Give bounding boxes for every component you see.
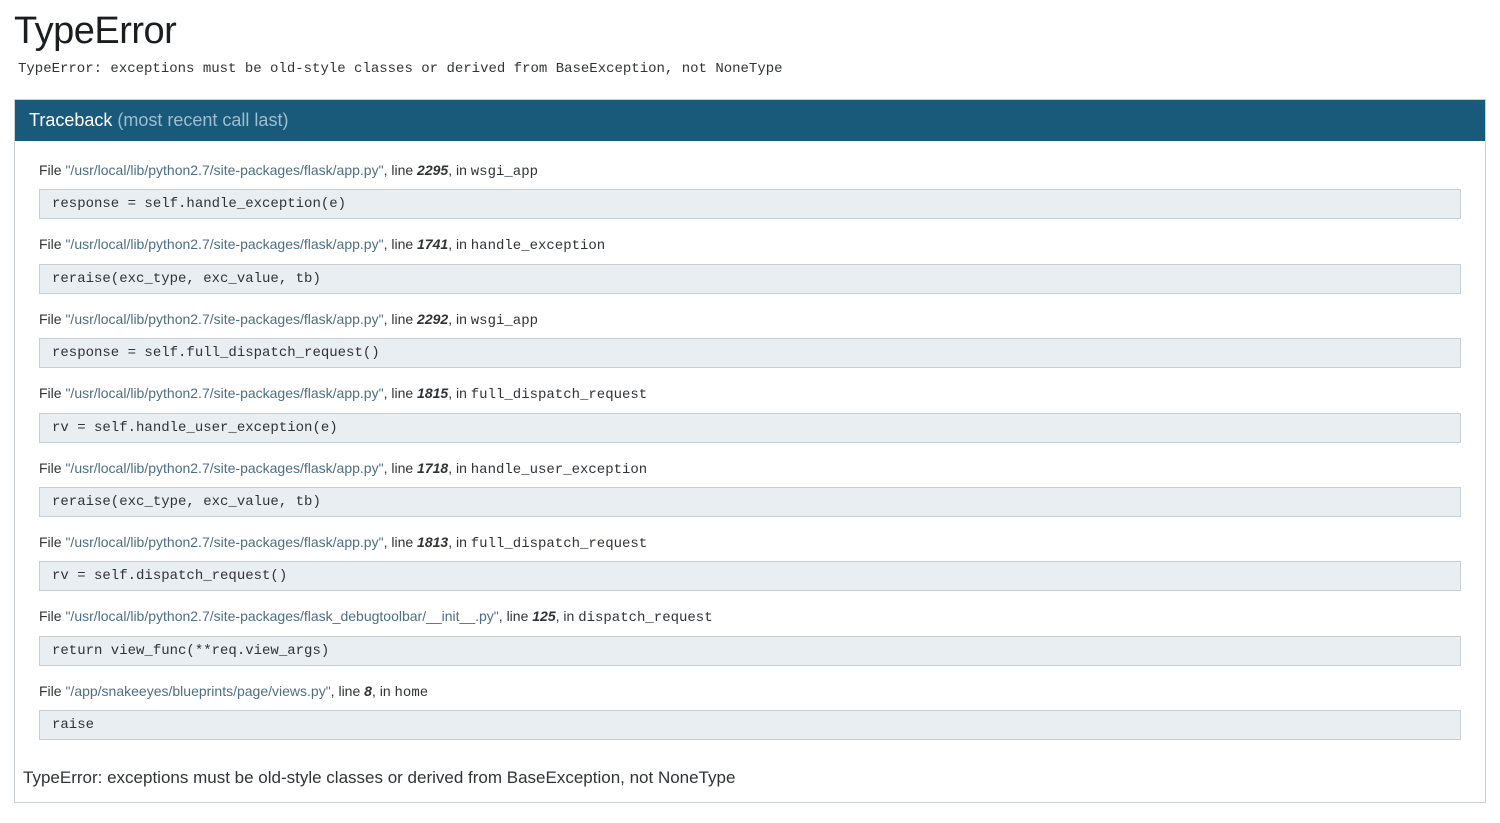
frame-code[interactable]: rv = self.handle_user_exception(e) bbox=[39, 413, 1461, 443]
traceback-muted: (most recent call last) bbox=[117, 110, 288, 130]
file-word: File bbox=[39, 534, 62, 550]
error-message: TypeError: exceptions must be old-style … bbox=[14, 61, 1486, 77]
in-word: in bbox=[456, 460, 467, 476]
frame-code[interactable]: raise bbox=[39, 710, 1461, 740]
line-word: line bbox=[338, 683, 360, 699]
in-word: in bbox=[456, 385, 467, 401]
line-word: line bbox=[391, 162, 413, 178]
file-path: "/usr/local/lib/python2.7/site-packages/… bbox=[65, 236, 383, 252]
frame-header[interactable]: File "/usr/local/lib/python2.7/site-pack… bbox=[39, 531, 1461, 555]
traceback-label: Traceback bbox=[29, 110, 112, 130]
file-path: "/usr/local/lib/python2.7/site-packages/… bbox=[65, 162, 383, 178]
traceback-header: Traceback (most recent call last) bbox=[15, 100, 1485, 141]
file-word: File bbox=[39, 236, 62, 252]
file-path: "/usr/local/lib/python2.7/site-packages/… bbox=[65, 385, 383, 401]
function-name: wsgi_app bbox=[471, 313, 538, 329]
file-word: File bbox=[39, 460, 62, 476]
traceback-frame: File "/usr/local/lib/python2.7/site-pack… bbox=[39, 382, 1461, 442]
line-number: 1741 bbox=[417, 236, 448, 252]
bottom-error: TypeError: exceptions must be old-style … bbox=[15, 762, 1485, 802]
line-number: 1813 bbox=[417, 534, 448, 550]
file-word: File bbox=[39, 162, 62, 178]
frame-code[interactable]: rv = self.dispatch_request() bbox=[39, 561, 1461, 591]
in-word: in bbox=[456, 311, 467, 327]
frame-header[interactable]: File "/usr/local/lib/python2.7/site-pack… bbox=[39, 159, 1461, 183]
file-path: "/usr/local/lib/python2.7/site-packages/… bbox=[65, 608, 498, 624]
file-path: "/app/snakeeyes/blueprints/page/views.py… bbox=[65, 683, 330, 699]
function-name: handle_exception bbox=[471, 238, 605, 254]
function-name: handle_user_exception bbox=[471, 462, 647, 478]
frame-code[interactable]: response = self.handle_exception(e) bbox=[39, 189, 1461, 219]
traceback-frame: File "/usr/local/lib/python2.7/site-pack… bbox=[39, 605, 1461, 665]
traceback-frame: File "/usr/local/lib/python2.7/site-pack… bbox=[39, 159, 1461, 219]
traceback-frame: File "/usr/local/lib/python2.7/site-pack… bbox=[39, 308, 1461, 368]
in-word: in bbox=[380, 683, 391, 699]
error-title: TypeError bbox=[14, 10, 1486, 53]
frame-header[interactable]: File "/usr/local/lib/python2.7/site-pack… bbox=[39, 233, 1461, 257]
line-number: 1815 bbox=[417, 385, 448, 401]
frame-code[interactable]: reraise(exc_type, exc_value, tb) bbox=[39, 487, 1461, 517]
line-word: line bbox=[507, 608, 529, 624]
function-name: dispatch_request bbox=[578, 610, 712, 626]
traceback-container: Traceback (most recent call last) File "… bbox=[14, 99, 1486, 803]
line-word: line bbox=[391, 236, 413, 252]
function-name: wsgi_app bbox=[471, 164, 538, 180]
traceback-frame: File "/usr/local/lib/python2.7/site-pack… bbox=[39, 531, 1461, 591]
line-number: 8 bbox=[364, 683, 372, 699]
function-name: home bbox=[395, 685, 429, 701]
line-number: 2295 bbox=[417, 162, 448, 178]
line-number: 2292 bbox=[417, 311, 448, 327]
file-word: File bbox=[39, 311, 62, 327]
frames-list: File "/usr/local/lib/python2.7/site-pack… bbox=[15, 141, 1485, 762]
frame-code[interactable]: response = self.full_dispatch_request() bbox=[39, 338, 1461, 368]
file-path: "/usr/local/lib/python2.7/site-packages/… bbox=[65, 460, 383, 476]
file-word: File bbox=[39, 385, 62, 401]
frame-code[interactable]: reraise(exc_type, exc_value, tb) bbox=[39, 264, 1461, 294]
line-word: line bbox=[391, 534, 413, 550]
file-path: "/usr/local/lib/python2.7/site-packages/… bbox=[65, 534, 383, 550]
frame-header[interactable]: File "/usr/local/lib/python2.7/site-pack… bbox=[39, 457, 1461, 481]
file-path: "/usr/local/lib/python2.7/site-packages/… bbox=[65, 311, 383, 327]
function-name: full_dispatch_request bbox=[471, 536, 647, 552]
in-word: in bbox=[456, 236, 467, 252]
line-number: 1718 bbox=[417, 460, 448, 476]
line-word: line bbox=[391, 385, 413, 401]
file-word: File bbox=[39, 608, 62, 624]
frame-header[interactable]: File "/usr/local/lib/python2.7/site-pack… bbox=[39, 605, 1461, 629]
traceback-frame: File "/app/snakeeyes/blueprints/page/vie… bbox=[39, 680, 1461, 740]
line-word: line bbox=[391, 311, 413, 327]
file-word: File bbox=[39, 683, 62, 699]
frame-header[interactable]: File "/usr/local/lib/python2.7/site-pack… bbox=[39, 382, 1461, 406]
in-word: in bbox=[563, 608, 574, 624]
in-word: in bbox=[456, 162, 467, 178]
in-word: in bbox=[456, 534, 467, 550]
frame-code[interactable]: return view_func(**req.view_args) bbox=[39, 636, 1461, 666]
line-number: 125 bbox=[532, 608, 555, 624]
frame-header[interactable]: File "/app/snakeeyes/blueprints/page/vie… bbox=[39, 680, 1461, 704]
function-name: full_dispatch_request bbox=[471, 387, 647, 403]
traceback-frame: File "/usr/local/lib/python2.7/site-pack… bbox=[39, 233, 1461, 293]
frame-header[interactable]: File "/usr/local/lib/python2.7/site-pack… bbox=[39, 308, 1461, 332]
line-word: line bbox=[391, 460, 413, 476]
traceback-frame: File "/usr/local/lib/python2.7/site-pack… bbox=[39, 457, 1461, 517]
